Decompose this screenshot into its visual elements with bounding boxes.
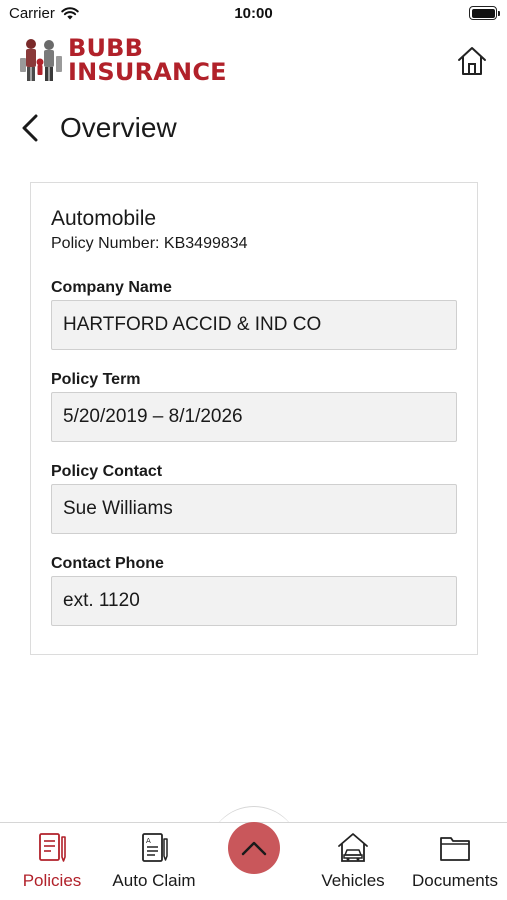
brand-wordmark: BUBB INSURANCE [68,36,227,84]
brand-line-1: BUBB [68,34,144,62]
vehicle-garage-icon [338,833,368,862]
tab-documents-label: Documents [412,871,498,890]
policy-contact-label: Policy Contact [51,463,163,480]
tab-documents[interactable]: Documents [406,823,504,900]
policy-number: Policy Number: KB3499834 [51,235,248,252]
app-header: BUBB INSURANCE [0,28,507,94]
company-name-label: Company Name [51,279,172,296]
policy-term-field[interactable]: 5/20/2019 – 8/1/2026 [51,392,457,442]
page-title: Overview [60,112,177,143]
policy-card: Automobile Policy Number: KB3499834 Comp… [30,182,478,655]
expand-menu-button[interactable] [228,822,280,874]
tab-auto-claim-label: Auto Claim [112,871,196,890]
policy-contact-field[interactable]: Sue Williams [51,484,457,534]
back-button[interactable] [20,108,50,148]
home-icon[interactable] [455,44,489,78]
svg-text:A: A [146,837,151,845]
policy-type: Automobile [51,207,157,230]
policy-document-icon [39,833,66,862]
tab-auto-claim[interactable]: A Auto Claim [106,823,202,900]
page-title-bar: Overview [20,106,177,150]
policy-term-label: Policy Term [51,371,141,388]
battery-icon [469,6,500,20]
chevron-left-icon [22,114,38,142]
company-name-field[interactable]: HARTFORD ACCID & IND CO [51,300,457,350]
brand-logo[interactable]: BUBB INSURANCE [18,36,227,84]
chevron-up-icon [241,841,267,856]
contact-phone-label: Contact Phone [51,555,164,572]
folder-icon [440,837,470,861]
tab-vehicles-label: Vehicles [321,871,385,890]
claim-form-icon: A [142,833,168,862]
tab-vehicles[interactable]: Vehicles [316,823,390,900]
status-bar: Carrier 10:00 [0,0,507,28]
contact-phone-field[interactable]: ext. 1120 [51,576,457,626]
tab-policies-label: Policies [22,871,82,890]
brand-line-2: INSURANCE [68,58,227,86]
clock: 10:00 [234,5,273,22]
tab-policies[interactable]: Policies [14,823,90,900]
family-logo-icon [20,39,62,81]
